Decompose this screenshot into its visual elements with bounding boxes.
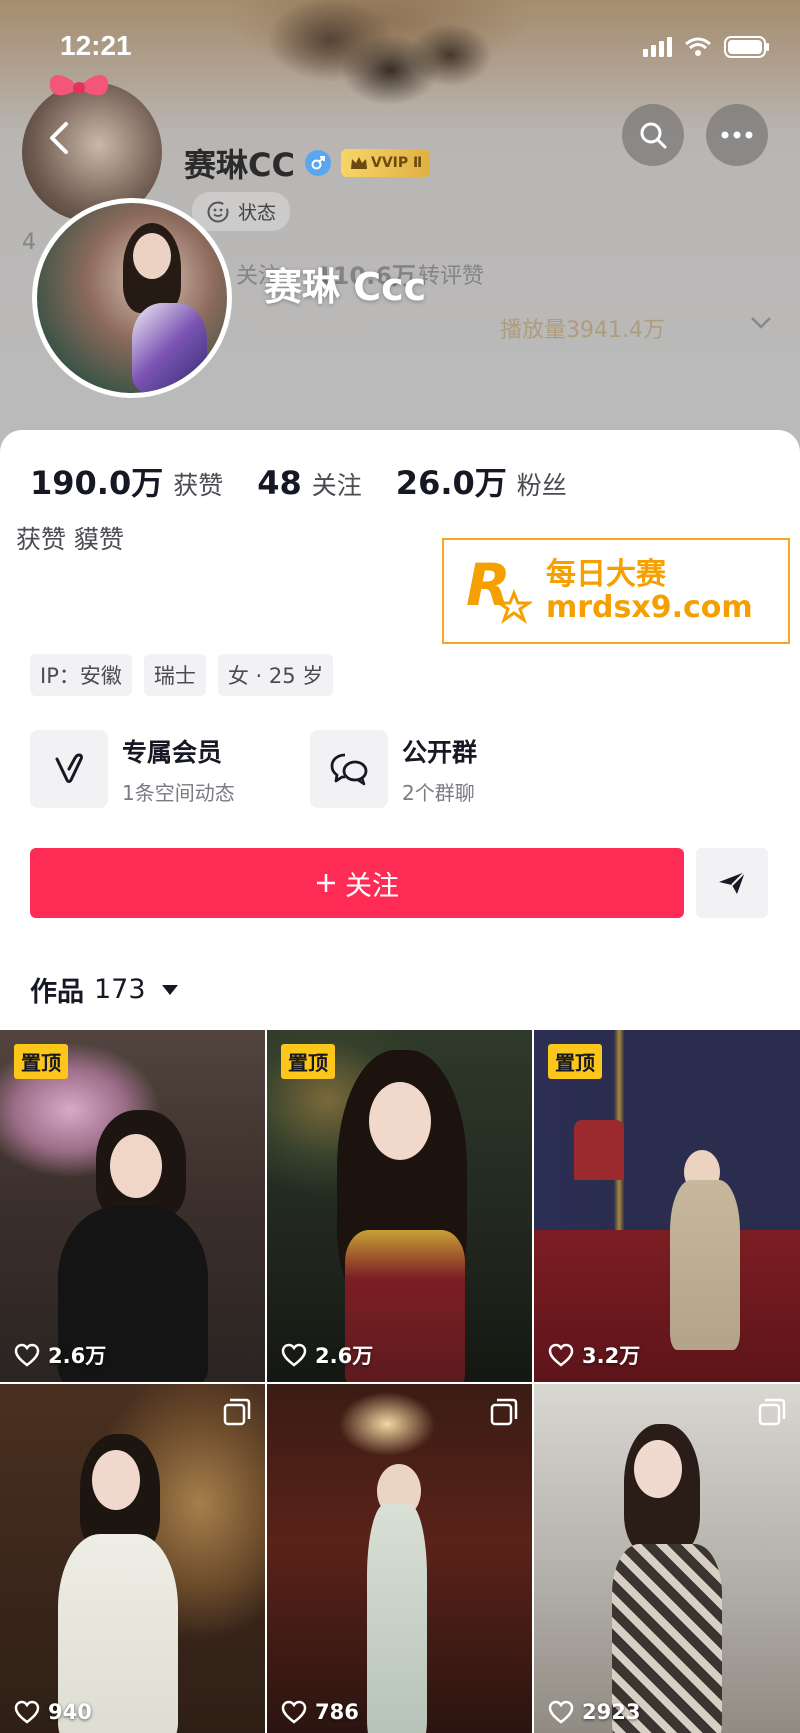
heart-icon <box>548 1343 574 1367</box>
exclusive-member-entry[interactable]: 专属会员 1条空间动态 <box>30 730 280 808</box>
name-row: 赛琳CC VVIP Ⅱ <box>184 140 431 186</box>
ghost-plays: 播放量3941.4万 <box>500 318 665 343</box>
more-button[interactable] <box>706 104 768 166</box>
feature-title: 专属会员 <box>122 737 223 767</box>
multi-image-icon <box>223 1398 251 1426</box>
like-count: 2.6万 <box>14 1340 106 1370</box>
status-button[interactable]: 状态 <box>192 192 291 231</box>
ghost-number: 4 <box>22 230 36 255</box>
pinned-badge: 置顶 <box>548 1044 602 1079</box>
stat-followers[interactable]: 26.0万 粉丝 <box>396 458 567 504</box>
multi-image-icon <box>490 1398 518 1426</box>
wifi-icon <box>685 37 711 56</box>
tag-ip: IP：安徽 <box>30 654 132 696</box>
ghost-likes-label: 转评赞 <box>418 264 485 289</box>
profile-name: 赛琳CC <box>184 146 295 184</box>
tag-location: 瑞士 <box>143 654 206 696</box>
video-tile[interactable]: 2923 <box>534 1384 800 1733</box>
bio-text: 获赞 貘赞 <box>16 525 124 554</box>
battery-icon <box>724 36 769 58</box>
caret-down-icon <box>161 984 178 995</box>
ad-title: 每日大赛 <box>546 557 666 592</box>
signal-icon <box>643 37 672 57</box>
ad-logo: R 每日大赛 <box>464 551 534 631</box>
like-count: 3.2万 <box>548 1340 640 1370</box>
status-bar: 12:21 <box>0 0 800 96</box>
chat-bubbles-icon <box>330 753 368 786</box>
overlay-name: 赛琳 Ccc <box>264 265 427 309</box>
ad-logo-small: 每日大赛 <box>466 608 502 620</box>
more-icon <box>721 131 753 139</box>
video-tile[interactable]: 置顶 2.6万 <box>0 1030 265 1382</box>
chevron-down-icon[interactable] <box>750 316 772 330</box>
share-button[interactable] <box>696 848 768 918</box>
like-count: 940 <box>14 1700 92 1724</box>
send-icon <box>719 871 746 894</box>
search-icon <box>640 122 667 149</box>
like-count: 2.6万 <box>281 1340 373 1370</box>
public-group-entry[interactable]: 公开群 2个群聊 <box>310 730 560 808</box>
ad-url: mrdsx9.com <box>546 590 753 625</box>
pinned-badge: 置顶 <box>281 1044 335 1079</box>
feature-subtitle: 2个群聊 <box>402 780 475 805</box>
works-tab[interactable]: 作品 173 <box>30 970 178 1009</box>
stat-following[interactable]: 48 关注 <box>257 464 362 502</box>
like-count: 786 <box>281 1700 359 1724</box>
male-icon <box>304 150 331 176</box>
heart-icon <box>14 1700 40 1724</box>
stat-likes[interactable]: 190.0万 获赞 <box>30 458 223 504</box>
heart-v-icon <box>55 753 83 783</box>
heart-icon <box>548 1700 574 1724</box>
vip-badge: VVIP Ⅱ <box>340 149 431 177</box>
feature-subtitle: 1条空间动态 <box>122 780 235 805</box>
profile-avatar[interactable] <box>32 198 232 398</box>
profile-tags: IP：安徽 瑞士 女 · 25 岁 <box>30 654 334 696</box>
plus-icon <box>317 874 335 892</box>
follow-button[interactable]: 关注 <box>30 848 684 918</box>
crown-icon <box>350 157 367 169</box>
video-tile[interactable]: 置顶 3.2万 <box>534 1030 800 1382</box>
ad-banner[interactable]: R 每日大赛 每日大赛 mrdsx9.com <box>442 538 790 644</box>
stats-row: 190.0万 获赞 48 关注 26.0万 粉丝 <box>30 458 567 504</box>
feature-title: 公开群 <box>402 737 478 767</box>
status-icons <box>643 36 770 58</box>
back-icon[interactable] <box>44 118 74 158</box>
tag-gender-age: 女 · 25 岁 <box>217 654 334 696</box>
profile-page: 4 关注 110.6万 转评赞 播放量3941.4万 赛琳CC VVIP Ⅱ 状… <box>0 0 800 1733</box>
video-tile[interactable]: 786 <box>267 1384 532 1733</box>
video-grid: 置顶 2.6万 置顶 2.6万 置顶 3.2万 940 786 2923 <box>0 1030 800 1733</box>
profile-card: 190.0万 获赞 48 关注 26.0万 粉丝 获赞 貘赞 R 每日大赛 每日… <box>0 430 800 1733</box>
heart-icon <box>281 1343 307 1367</box>
status-time: 12:21 <box>60 30 132 61</box>
search-button[interactable] <box>622 104 684 166</box>
pinned-badge: 置顶 <box>14 1044 68 1079</box>
multi-image-icon <box>758 1398 786 1426</box>
like-count: 2923 <box>548 1700 640 1724</box>
ad-logo-letter: R <box>466 551 511 619</box>
smiley-icon <box>207 201 229 222</box>
heart-icon <box>281 1700 307 1724</box>
feature-entries: 专属会员 1条空间动态 公开群 2个群聊 <box>30 730 560 808</box>
video-tile[interactable]: 置顶 2.6万 <box>267 1030 532 1382</box>
heart-icon <box>14 1343 40 1367</box>
video-tile[interactable]: 940 <box>0 1384 265 1733</box>
